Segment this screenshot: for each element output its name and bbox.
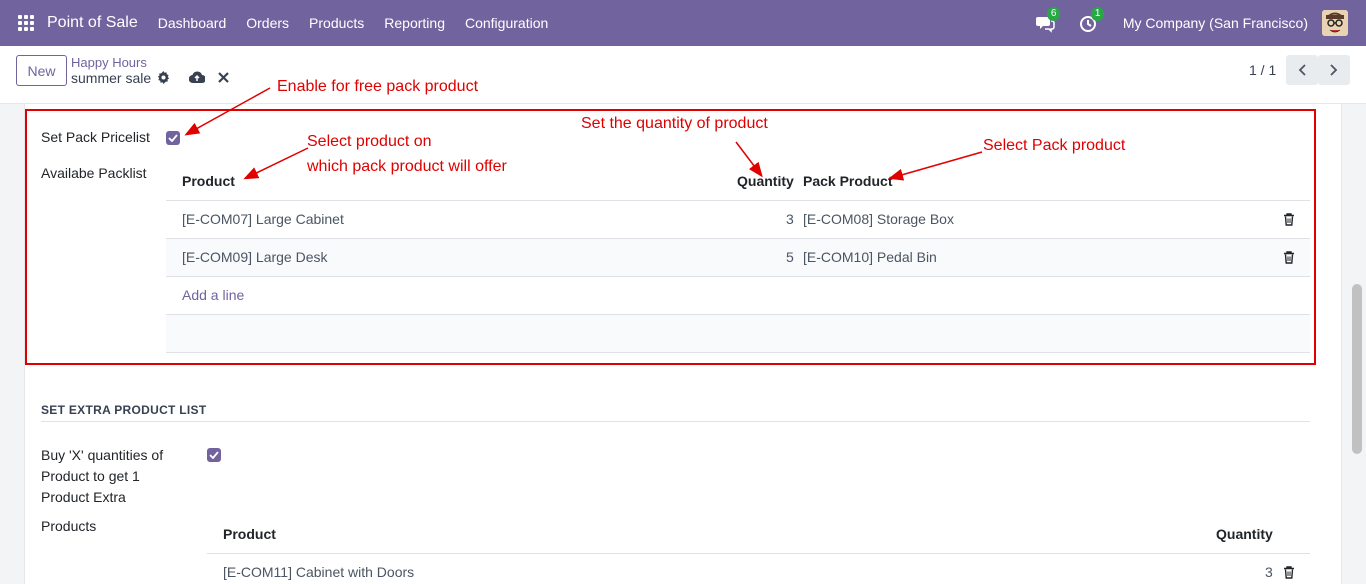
arrow-to-quantity-column xyxy=(735,141,763,178)
arrow-to-checkbox xyxy=(184,87,271,136)
annotation-arrows xyxy=(184,87,983,181)
arrow-to-pack-product-column xyxy=(888,151,983,181)
arrow-to-product-column xyxy=(243,147,309,180)
